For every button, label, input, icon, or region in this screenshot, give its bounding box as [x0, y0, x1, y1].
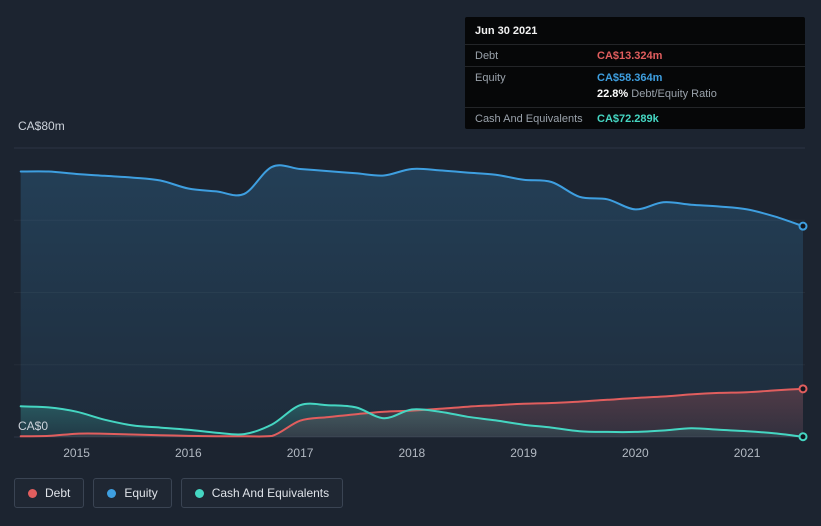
legend-item-equity[interactable]: Equity [93, 478, 172, 508]
x-axis-label: 2017 [286, 446, 314, 460]
x-axis-label: 2018 [398, 446, 426, 460]
tooltip-ratio-label: Debt/Equity Ratio [631, 88, 717, 100]
tooltip-cash-value: CA$72.289k [597, 113, 659, 125]
tooltip-ratio-percent: 22.8% [597, 88, 629, 100]
debt-series-dot [28, 488, 37, 498]
x-axis-label: 2020 [622, 446, 649, 460]
x-axis-label: 2019 [510, 446, 537, 460]
equity-endpoint [798, 221, 808, 231]
chart-tooltip: Jun 30 2021 Debt CA$13.324m Equity CA$58… [465, 17, 805, 129]
tooltip-cash-label: Cash And Equivalents [475, 113, 583, 125]
legend-item-debt[interactable]: Debt [14, 478, 85, 508]
tooltip-ratio-row: 22.8% Debt/Equity Ratio [465, 88, 805, 107]
debt-endpoint [798, 384, 808, 394]
x-axis: 2015 2016 2017 2018 2019 2020 2021 [14, 446, 805, 462]
chart-area [14, 134, 808, 444]
tooltip-equity-value: CA$58.364m [597, 72, 663, 84]
tooltip-equity-label: Equity [475, 72, 506, 84]
tooltip-row-debt: Debt CA$13.324m [465, 44, 805, 66]
cash-and-equivalents-endpoint [798, 432, 808, 442]
legend-label-debt: Debt [45, 486, 71, 500]
x-axis-label: 2015 [63, 446, 90, 460]
legend-label-equity: Equity [124, 486, 158, 500]
y-axis-label-top: CA$80m [18, 119, 65, 133]
cash-series-dot [194, 488, 204, 498]
x-axis-label: 2016 [174, 446, 202, 460]
x-axis-label: 2021 [733, 446, 761, 460]
legend-item-cash[interactable]: Cash And Equivalents [180, 478, 344, 508]
chart-legend: Debt Equity Cash And Equivalents [14, 478, 344, 508]
tooltip-debt-value: CA$13.324m [597, 50, 663, 62]
chart-plot[interactable] [14, 134, 808, 444]
tooltip-row-cash: Cash And Equivalents CA$72.289k [465, 107, 805, 129]
y-axis-label-bottom: CA$0 [18, 419, 49, 433]
tooltip-debt-label: Debt [475, 50, 499, 62]
tooltip-date: Jun 30 2021 [475, 25, 538, 37]
tooltip-row-equity: Equity CA$58.364m 22.8% Debt/Equity Rati… [465, 66, 805, 107]
legend-label-cash: Cash And Equivalents [211, 486, 330, 500]
equity-series-dot [107, 488, 117, 498]
